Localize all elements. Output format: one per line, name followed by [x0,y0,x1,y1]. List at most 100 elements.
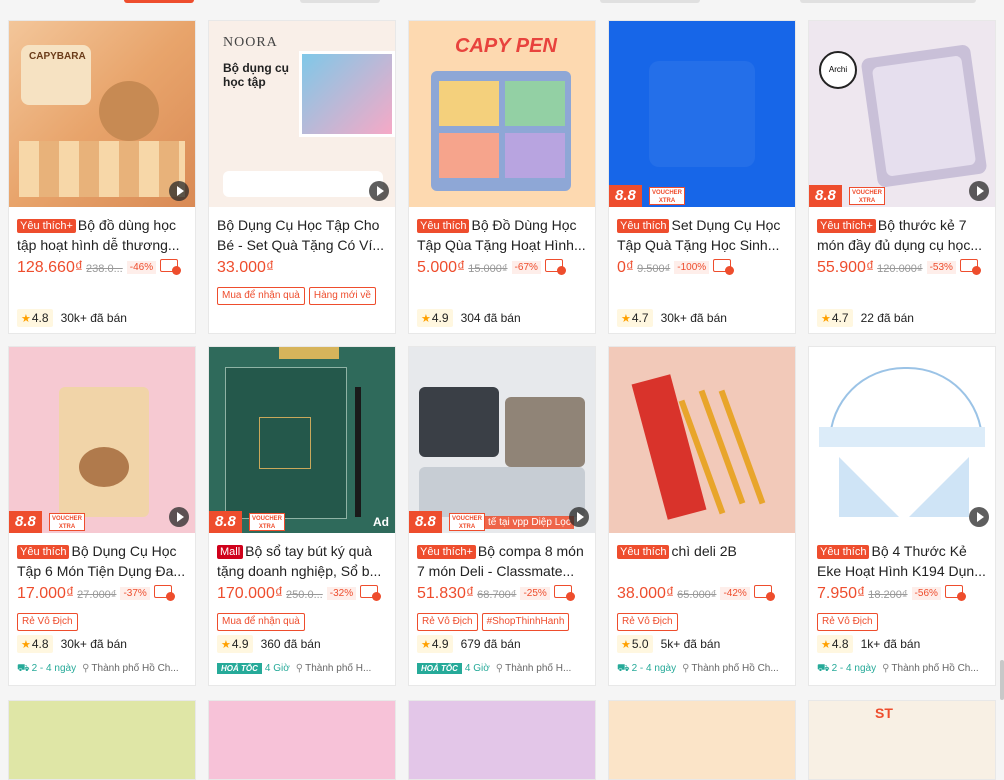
product-info: Yêu thích Bộ Dụng Cụ Học Tập 6 Món Tiện D… [9,533,195,685]
product-thumbnail [609,347,795,533]
product-thumbnail: NOORA Bộ dụng cụ học tập [209,21,395,207]
promo-chips [617,285,787,307]
product-image[interactable]: NOORA Bộ dụng cụ học tập [209,21,395,207]
product-title[interactable]: Bộ Dụng Cụ Học Tập Cho Bé - Set Quà Tặng… [217,215,387,255]
promo-chips [817,285,987,307]
product-card[interactable]: 8.8 VOUCHER XTRA Yêu thích Bộ Dụng Cụ Học T… [8,346,196,686]
product-card[interactable]: NOORA Bộ dụng cụ học tập Bộ Dụng Cụ Học … [208,20,396,334]
sold-count: 1k+ đã bán [860,637,921,651]
product-title[interactable]: Yêu thích+ Bộ đồ dùng học tập hoạt hình d… [17,215,187,255]
voucher-xtra-badge: VOUCHER XTRA [849,187,885,205]
product-card[interactable]: 8.8 VOUCHER XTRA Ad Mall Bộ sổ tay bút ký qu… [208,346,396,686]
promo-chips: Rẻ Vô Địch [817,611,987,633]
voucher-xtra-badge: VOUCHER XTRA [649,187,685,205]
location-pin-icon: ⚲ [882,663,890,674]
star-icon: ★ [821,313,831,325]
product-price: 128.660₫ [17,259,84,276]
play-video-icon[interactable] [169,181,189,201]
original-price: 120.000₫ [877,263,923,275]
product-image[interactable]: 8.8 VOUCHER XTRA [9,347,195,533]
product-title[interactable]: Yêu thích Set Dụng Cụ Học Tập Quà Tặng Họ… [617,215,787,255]
discount-badge: -67% [511,261,541,274]
product-card[interactable] [208,700,396,780]
sold-count: 30k+ đã bán [660,311,727,325]
product-info: Yêu thích+ Bộ thước kẻ 7 món đầy đủ dụng … [809,207,995,333]
star-icon: ★ [21,313,31,325]
coin-voucher-icon [544,259,566,275]
price-row: 0₫ 9.500₫ -100% [617,259,787,279]
product-card[interactable]: Archi 8.8 VOUCHER XTRA Yêu thích+ Bộ thước … [808,20,996,334]
price-row: 38.000₫ 65.000₫ -42% [617,585,787,605]
product-card[interactable] [8,700,196,780]
price-row: 51.830₫ 68.700₫ -25% [417,585,587,605]
play-video-icon[interactable] [169,507,189,527]
product-title[interactable]: Yêu thích Bộ Đồ Dùng Học Tập Qùa Tặng Hoạ… [417,215,587,255]
product-title[interactable]: Yêu thích+ Bộ thước kẻ 7 món đầy đủ dụng … [817,215,987,255]
top-tab-indicator [800,0,976,3]
product-card[interactable]: Yêu thích Bộ 4 Thước Kẻ Eke Hoạt Hình K19… [808,346,996,686]
product-image[interactable] [609,701,795,779]
product-image[interactable] [609,347,795,533]
product-thumbnail [209,347,395,533]
product-card[interactable] [408,700,596,780]
product-image[interactable] [9,701,195,779]
product-title[interactable]: Yêu thích Bộ 4 Thước Kẻ Eke Hoạt Hình K19… [817,541,987,581]
product-title[interactable]: Mall Bộ sổ tay bút ký quà tặng doanh nghi… [217,541,387,581]
product-image[interactable]: Archi 8.8 VOUCHER XTRA [809,21,995,207]
promo-chips: Rẻ Vô Địch #ShopThinhHanh [417,611,587,633]
promo-chips: Rẻ Vô Địch [17,611,187,633]
sold-count: 360 đã bán [260,637,321,651]
shop-location: Thành phố Hồ Ch... [891,663,979,674]
product-card[interactable]: CAPY PEN Yêu thích Bộ Đồ Dùng Học Tập Qùa… [408,20,596,334]
play-video-icon[interactable] [369,181,389,201]
product-image[interactable]: 8.8 VOUCHER XTRA Ad [209,347,395,533]
product-image[interactable] [209,701,395,779]
shipping-time: 2 - 4 ngày [831,663,877,674]
ad-label: Ad [373,515,389,529]
product-image[interactable]: CAPYBARA [9,21,195,207]
product-image[interactable]: ST [809,701,995,779]
star-icon: ★ [421,639,431,651]
original-price: 238.0... [86,263,123,275]
product-info: Yêu thích chì deli 2B 38.000₫ 65.000₫ -42% Rẻ… [609,533,795,685]
product-card[interactable]: CAPYBARA Yêu thích+ Bộ đồ dùng học tập ho… [8,20,196,334]
product-card[interactable]: ST [808,700,996,780]
preferred-badge: Yêu thích [17,545,70,559]
play-video-icon[interactable] [969,507,989,527]
coin-voucher-icon [153,585,175,601]
star-icon: ★ [621,313,631,325]
shipping-location-row: HOẢ TỐC 4 Giờ ⚲ Thành phố H... [217,663,387,685]
price-row: 128.660₫ 238.0... -46% [17,259,187,279]
product-image[interactable] [809,347,995,533]
product-thumbnail: ST [809,701,995,779]
product-image[interactable]: 8.8 VOUCHER XTRA [609,21,795,207]
scrollbar-thumb[interactable] [1000,660,1004,700]
product-title[interactable]: Yêu thích+ Bộ compa 8 món 7 món Deli - Cl… [417,541,587,581]
product-thumbnail [9,347,195,533]
product-price: 0₫ [617,259,635,276]
product-card[interactable] [608,700,796,780]
product-card[interactable]: 8.8 VOUCHER XTRA tế tại vpp Diệp Lọc Yêu th… [408,346,596,686]
product-title[interactable]: Yêu thích Bộ Dụng Cụ Học Tập 6 Món Tiện D… [17,541,187,581]
play-video-icon[interactable] [969,181,989,201]
product-card[interactable]: Yêu thích chì deli 2B 38.000₫ 65.000₫ -42% Rẻ… [608,346,796,686]
rating-badge: ★4.8 [817,635,853,653]
play-video-icon[interactable] [569,507,589,527]
product-image[interactable]: 8.8 VOUCHER XTRA tế tại vpp Diệp Lọc [409,347,595,533]
product-title[interactable]: Yêu thích chì deli 2B [617,541,787,581]
discount-badge: -42% [720,587,750,600]
coin-voucher-icon [713,259,735,275]
top-active-tab-indicator [124,0,194,3]
product-info: Yêu thích Set Dụng Cụ Học Tập Quà Tặng Họ… [609,207,795,333]
sold-count: 679 đã bán [460,637,521,651]
product-card[interactable]: 8.8 VOUCHER XTRA Yêu thích Set Dụng Cụ Học … [608,20,796,334]
product-price: 17.000₫ [17,585,75,602]
rating-row: ★4.9 360 đã bán [217,635,387,657]
original-price: 68.700₫ [477,589,517,601]
truck-icon: ⛟ [17,663,30,674]
sale-88-badge: 8.8 [9,511,42,533]
product-image[interactable] [409,701,595,779]
product-image[interactable]: CAPY PEN [409,21,595,207]
product-thumbnail [9,701,195,779]
product-price: 7.950₫ [817,585,866,602]
